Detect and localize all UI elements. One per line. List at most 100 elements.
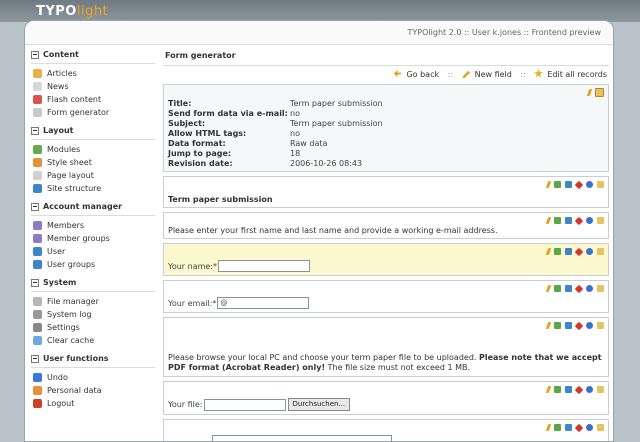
copy-icon[interactable] [554, 285, 561, 292]
members-icon [33, 221, 42, 230]
sidebar-item[interactable]: Page layout [31, 169, 155, 182]
info-icon[interactable] [586, 386, 593, 393]
clipboard-icon[interactable] [597, 424, 604, 431]
info-row: Title: Term paper submission [168, 98, 604, 108]
nav-heading[interactable]: Layout [31, 123, 155, 140]
name-input[interactable] [218, 260, 311, 272]
edit-icon[interactable] [545, 248, 552, 255]
collapse-icon[interactable] [31, 278, 39, 287]
sidebar-item[interactable]: Articles [31, 67, 155, 80]
sidebar-item[interactable]: Logout [31, 397, 155, 410]
element-ops [168, 422, 604, 433]
delete-icon[interactable] [574, 284, 584, 293]
move-icon[interactable] [565, 322, 572, 329]
new-field-link[interactable]: New field [462, 70, 512, 79]
email-input[interactable]: @ [217, 297, 310, 309]
info-value: Term paper submission [290, 118, 383, 128]
element-ops [168, 320, 604, 331]
clipboard-icon[interactable] [595, 88, 604, 97]
info-value: Raw data [290, 138, 328, 148]
file-manager-icon [33, 297, 42, 306]
clipboard-icon[interactable] [597, 248, 604, 255]
typolight-logo: TYPOlight [36, 4, 109, 19]
nav-heading[interactable]: System [31, 275, 155, 292]
move-icon[interactable] [565, 424, 572, 431]
info-icon[interactable] [586, 248, 593, 255]
textarea-input[interactable] [212, 435, 392, 441]
next-element [163, 419, 609, 441]
news-icon [33, 82, 42, 91]
edit-icon[interactable] [545, 424, 552, 431]
element-ops [168, 384, 604, 395]
collapse-icon[interactable] [31, 354, 39, 363]
info-icon[interactable] [586, 285, 593, 292]
nav-heading[interactable]: Account manager [31, 199, 155, 216]
copy-icon[interactable] [554, 386, 561, 393]
collapse-icon[interactable] [31, 126, 39, 135]
copy-icon[interactable] [554, 248, 561, 255]
move-icon[interactable] [565, 386, 572, 393]
go-back-link[interactable]: Go back [393, 69, 439, 79]
sidebar-item[interactable]: User [31, 245, 155, 258]
sidebar-item[interactable]: Members [31, 219, 155, 232]
clipboard-icon[interactable] [597, 285, 604, 292]
info-icon[interactable] [586, 322, 593, 329]
collapse-icon[interactable] [31, 50, 39, 59]
sidebar-item[interactable]: News [31, 80, 155, 93]
copy-icon[interactable] [554, 217, 561, 224]
info-value: 2006-10-26 08:43 [290, 158, 363, 168]
delete-icon[interactable] [574, 423, 584, 432]
move-icon[interactable] [565, 285, 572, 292]
sidebar-item[interactable]: Clear cache [31, 334, 155, 347]
sidebar-item[interactable]: Modules [31, 143, 155, 156]
delete-icon[interactable] [574, 216, 584, 225]
nav-heading[interactable]: Content [31, 47, 155, 64]
edit-icon[interactable] [545, 181, 552, 188]
delete-icon[interactable] [574, 385, 584, 394]
articles-icon [33, 69, 42, 78]
delete-icon[interactable] [574, 180, 584, 189]
sidebar-item[interactable]: Flash content [31, 93, 155, 106]
edit-icon[interactable] [586, 89, 593, 96]
sidebar-item[interactable]: Undo [31, 371, 155, 384]
info-icon[interactable] [586, 217, 593, 224]
info-value: no [290, 108, 300, 118]
sidebar-item[interactable]: Form generator [31, 106, 155, 119]
move-icon[interactable] [565, 217, 572, 224]
info-icon[interactable] [586, 424, 593, 431]
sidebar-item[interactable]: Site structure [31, 182, 155, 195]
copy-icon[interactable] [554, 322, 561, 329]
edit-icon[interactable] [545, 322, 552, 329]
sidebar-item[interactable]: File manager [31, 295, 155, 308]
sidebar-item[interactable]: Style sheet [31, 156, 155, 169]
edit-icon[interactable] [545, 386, 552, 393]
move-icon[interactable] [565, 181, 572, 188]
clipboard-icon[interactable] [597, 386, 604, 393]
nav-heading[interactable]: User functions [31, 351, 155, 368]
sidebar-item[interactable]: Member groups [31, 232, 155, 245]
edit-all-records-link[interactable]: Edit all records [534, 69, 607, 79]
form-info-list: Title: Term paper submission Send form dat… [168, 98, 604, 168]
star-icon [534, 69, 544, 78]
file-input[interactable] [203, 398, 286, 411]
collapse-icon[interactable] [31, 202, 39, 211]
clipboard-icon[interactable] [597, 181, 604, 188]
copy-icon[interactable] [554, 181, 561, 188]
edit-icon[interactable] [545, 217, 552, 224]
copy-icon[interactable] [554, 424, 561, 431]
delete-icon[interactable] [574, 247, 584, 256]
delete-icon[interactable] [574, 321, 584, 330]
info-icon[interactable] [586, 181, 593, 188]
move-icon[interactable] [565, 248, 572, 255]
clipboard-icon[interactable] [597, 322, 604, 329]
sidebar-item[interactable]: Personal data [31, 384, 155, 397]
info-row: Jump to page: 18 [168, 148, 604, 158]
sidebar-item[interactable]: Settings [31, 321, 155, 334]
info-key: Jump to page: [168, 148, 232, 158]
sidebar-item[interactable]: User groups [31, 258, 155, 271]
sidebar-item[interactable]: System log [31, 308, 155, 321]
clipboard-icon[interactable] [597, 217, 604, 224]
nav-group: User functions Undo Personal data Logout [31, 351, 155, 410]
browse-button[interactable]: Durchsuchen... [287, 398, 351, 411]
edit-icon[interactable] [545, 285, 552, 292]
